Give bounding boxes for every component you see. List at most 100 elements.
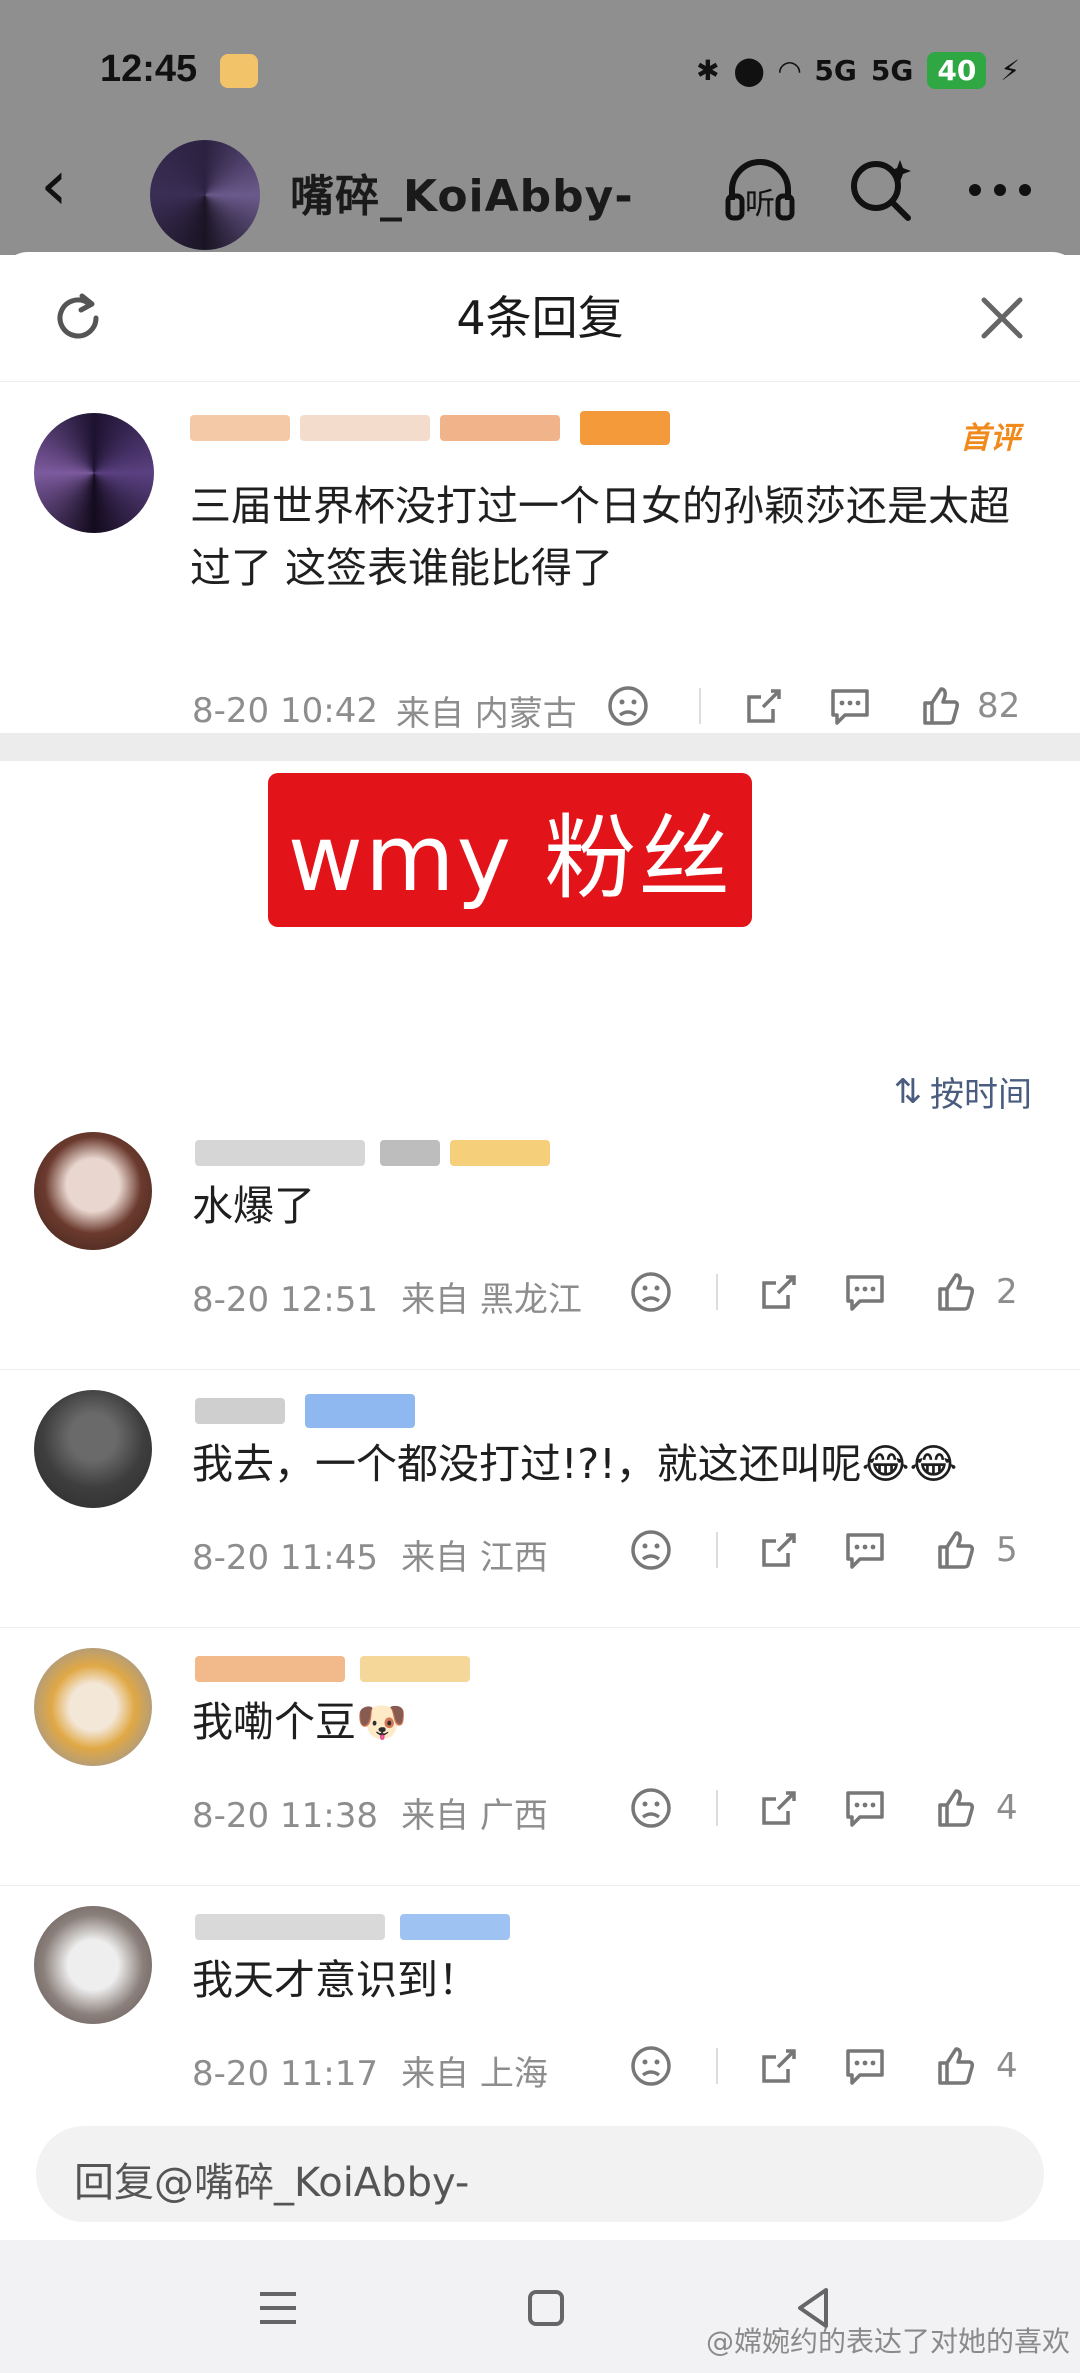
comment-time: 8-20 11:38 [192,1796,378,1836]
avatar[interactable] [34,413,154,533]
comment-icon[interactable] [842,1269,888,1315]
comment-text: 我嘞个豆🐶 [192,1698,408,1746]
divider [716,1532,718,1568]
signal-5g-2: 5G [870,54,914,87]
comment-location: 来自 上海 [401,2054,548,2094]
comment-time: 8-20 12:51 [192,1280,378,1320]
wifi-icon: ◠ [778,54,801,87]
weibo-notification-icon [220,54,258,88]
comment-time: 8-20 11:17 [192,2054,378,2094]
reply-sheet: 4条回复 首评 三届世界杯没打过一个日女的孙颖莎还是太超过了 这签表谁能比得了 … [0,252,1080,2373]
dislike-face-icon[interactable] [628,2043,674,2089]
share-icon[interactable] [756,2043,802,2089]
divider [699,688,701,724]
svg-text:听: 听 [745,187,775,222]
comment-actions: 2 [628,1269,1018,1315]
like-count: 2 [996,1272,1018,1312]
share-icon[interactable] [741,683,787,729]
search-ai-button[interactable] [840,150,920,230]
like-icon[interactable] [932,1785,978,1831]
username-blurred[interactable] [195,1914,385,1940]
username-blurred[interactable] [195,1140,365,1166]
level-badge [400,1914,510,1940]
more-icon [969,184,1031,196]
list-item: 我去，一个都没打过!?!，就这还叫呢😂😂 8-20 11:45 来自 江西 5 [0,1370,1080,1628]
status-bar: 12:45 ✱ ⬤ ◠ 5G 5G 40 ⚡ [0,40,1080,100]
watermark: @嫦婉约的表达了对她的喜欢 [705,2325,1070,2358]
comment-actions: 4 [628,2043,1018,2089]
reply-input[interactable]: 回复@嘴碎_KoiAbby- [36,2126,1044,2222]
avatar[interactable] [34,1906,152,2024]
comment-icon[interactable] [827,683,873,729]
avatar[interactable] [34,1648,152,1766]
comment-icon[interactable] [842,2043,888,2089]
comment-text: 我天才意识到！ [192,1956,479,2004]
comment-location: 来自 江西 [401,1538,548,1578]
comment-text: 我去，一个都没打过!?!，就这还叫呢😂😂 [192,1440,958,1488]
comment-text: 三届世界杯没打过一个日女的孙颖莎还是太超过了 这签表谁能比得了 [190,482,1010,592]
menu-icon[interactable] [250,2280,306,2336]
username-blurred[interactable] [195,1656,345,1682]
dislike-face-icon[interactable] [605,683,651,729]
battery-icon: 40 [927,52,987,89]
username-blurred[interactable] [440,415,560,441]
listen-button[interactable]: 听 [720,150,800,230]
dislike-face-icon[interactable] [628,1527,674,1573]
signal-5g-1: 5G [814,54,857,87]
sheet-header: 4条回复 [0,252,1080,382]
sheet-title: 4条回复 [456,291,624,345]
section-divider [0,733,1080,761]
like-count: 5 [996,1530,1018,1570]
search-icon [851,160,911,221]
page-header: ‹ 嘴碎_KoiAbby- 听 [0,130,1080,250]
comment-location: 来自 黑龙江 [401,1280,582,1320]
username-blurred[interactable] [300,415,430,441]
list-item: 水爆了 8-20 12:51 来自 黑龙江 2 [0,1112,1080,1370]
avatar[interactable] [150,140,260,250]
username-blurred[interactable] [195,1398,285,1424]
comment-meta: 8-20 10:42 来自 内蒙古 [192,686,577,735]
avatar[interactable] [34,1390,152,1508]
share-icon[interactable] [756,1269,802,1315]
like-icon[interactable] [932,1269,978,1315]
like-icon[interactable] [917,683,963,729]
dislike-face-icon[interactable] [628,1785,674,1831]
like-icon[interactable] [932,1527,978,1573]
main-comment: 首评 三届世界杯没打过一个日女的孙颖莎还是太超过了 这签表谁能比得了 8-20 … [0,383,1080,735]
back-icon[interactable]: ‹ [40,150,68,220]
like-count: 82 [977,686,1021,726]
header-title: 嘴碎_KoiAbby- [290,171,634,222]
like-count: 4 [996,1788,1018,1828]
like-icon[interactable] [932,2043,978,2089]
username-blurred[interactable] [380,1140,440,1166]
close-icon[interactable] [972,288,1032,348]
dislike-face-icon[interactable] [628,1269,674,1315]
status-right: ✱ ⬤ ◠ 5G 5G 40 ⚡ [696,52,1020,89]
level-badge [450,1140,550,1166]
share-icon[interactable] [756,1785,802,1831]
more-button[interactable] [960,150,1040,230]
share-icon[interactable] [756,1527,802,1573]
comment-text: 水爆了 [192,1182,315,1230]
comment-actions: 4 [628,1785,1018,1831]
location-icon: ⬤ [733,54,765,87]
comment-icon[interactable] [842,1527,888,1573]
comment-location: 来自 广西 [401,1796,548,1836]
divider [716,1274,718,1310]
charging-icon: ⚡ [1000,54,1020,87]
level-badge [305,1394,415,1428]
comment-icon[interactable] [842,1785,888,1831]
divider [716,2048,718,2084]
like-count: 4 [996,2046,1018,2086]
sort-label: 按时间 [930,1075,1032,1115]
sort-by-time-button[interactable]: ⇅ 按时间 [894,1067,1033,1116]
sort-icon: ⇅ [893,1071,923,1112]
avatar[interactable] [34,1132,152,1250]
home-icon[interactable] [518,2280,574,2336]
list-item: 我嘞个豆🐶 8-20 11:38 来自 广西 4 [0,1628,1080,1886]
level-badge [360,1656,470,1682]
comment-location: 来自 内蒙古 [395,694,577,734]
username-blurred[interactable] [190,415,290,441]
reply-input-placeholder: 回复@嘴碎_KoiAbby- [74,2160,470,2206]
comment-actions: 5 [628,1527,1018,1573]
